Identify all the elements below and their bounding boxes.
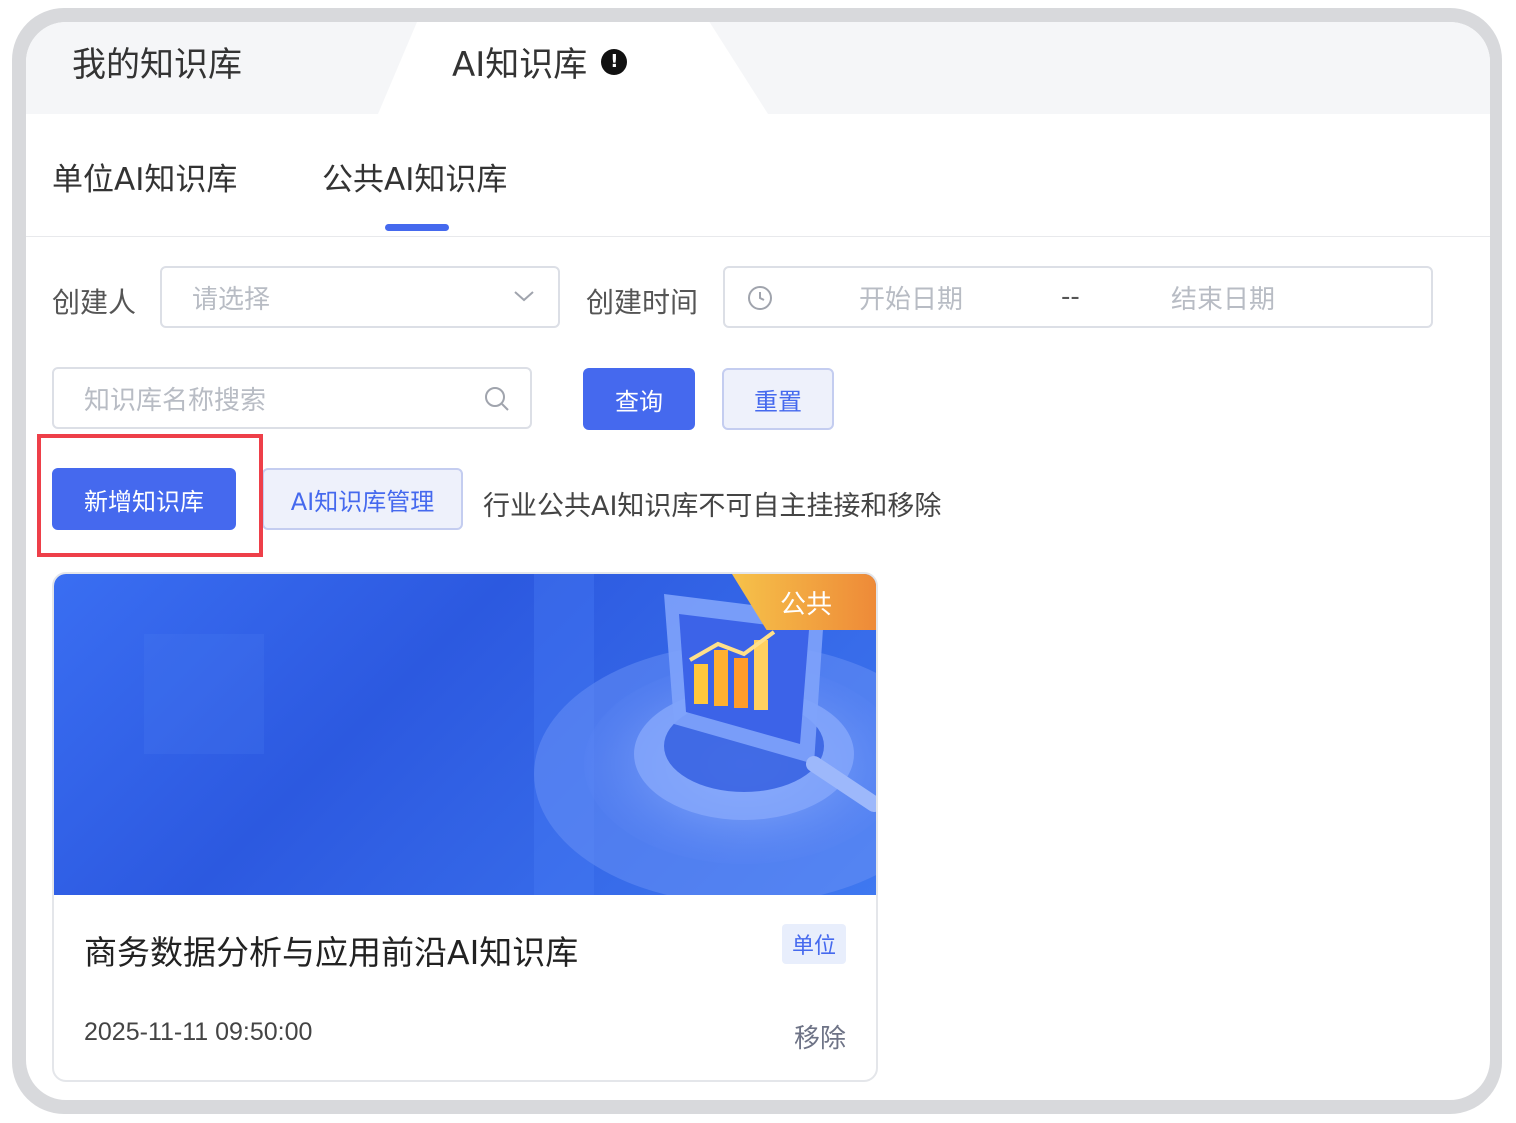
knowledge-base-panel: 我的知识库 AI知识库 ! 单位AI知识库 公共AI知识库 创建人 请选择 创建… xyxy=(26,22,1490,1100)
active-tab-indicator xyxy=(385,224,449,231)
tab-ai-knowledge-base[interactable]: AI知识库 ! xyxy=(452,40,628,90)
knowledge-base-card[interactable]: 公共 商务数据分析与应用前沿AI知识库 单位 2025-11-11 09:50:… xyxy=(52,572,878,1082)
remove-link[interactable]: 移除 xyxy=(794,1018,846,1055)
tab-label: 我的知识库 xyxy=(72,45,242,85)
tab-public-ai-knowledge-base[interactable]: 公共AI知识库 xyxy=(322,154,507,199)
ai-knowledge-base-manage-button[interactable]: AI知识库管理 xyxy=(262,468,463,530)
creator-label: 创建人 xyxy=(52,286,137,319)
main-tab-bar: 我的知识库 AI知识库 ! xyxy=(26,22,1490,114)
query-button[interactable]: 查询 xyxy=(583,368,695,430)
date-range-picker[interactable]: 开始日期 -- 结束日期 xyxy=(723,266,1433,328)
date-separator: -- xyxy=(1061,282,1080,312)
search-placeholder: 知识库名称搜索 xyxy=(84,385,267,416)
reset-button[interactable]: 重置 xyxy=(722,368,834,430)
hint-text: 行业公共AI知识库不可自主挂接和移除 xyxy=(483,491,942,522)
chevron-down-icon xyxy=(512,284,536,312)
add-knowledge-base-button[interactable]: 新增知识库 xyxy=(52,468,236,530)
end-date-input[interactable]: 结束日期 xyxy=(1171,279,1275,316)
tab-label: AI知识库 xyxy=(452,45,588,85)
creator-select[interactable]: 请选择 xyxy=(160,266,560,328)
create-time-label: 创建时间 xyxy=(586,286,699,319)
clock-icon xyxy=(747,285,773,315)
card-cover-image: 公共 xyxy=(54,574,876,895)
exclamation-icon: ! xyxy=(601,49,628,75)
search-icon xyxy=(484,386,510,416)
search-input[interactable]: 知识库名称搜索 xyxy=(52,367,532,429)
cover-illustration xyxy=(144,574,876,895)
creator-placeholder: 请选择 xyxy=(192,284,271,315)
sub-tab-bar: 单位AI知识库 公共AI知识库 xyxy=(26,114,1490,237)
card-date: 2025-11-11 09:50:00 xyxy=(84,1018,313,1046)
tab-unit-ai-knowledge-base[interactable]: 单位AI知识库 xyxy=(52,154,237,199)
unit-tag: 单位 xyxy=(781,924,846,964)
start-date-input[interactable]: 开始日期 xyxy=(859,279,963,316)
card-title: 商务数据分析与应用前沿AI知识库 xyxy=(84,933,579,972)
tab-my-knowledge-base[interactable]: 我的知识库 xyxy=(72,40,242,90)
